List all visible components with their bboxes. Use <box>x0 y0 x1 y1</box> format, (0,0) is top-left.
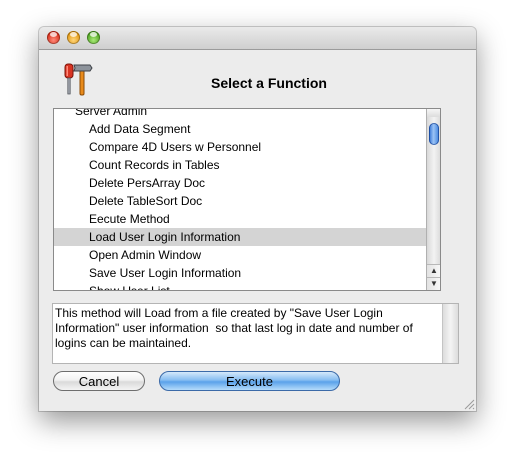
list-item[interactable]: Delete TableSort Doc <box>54 192 426 210</box>
list-item[interactable]: Compare 4D Users w Personnel <box>54 138 426 156</box>
description-scrollbar[interactable] <box>442 304 458 363</box>
list-group-header[interactable]: Server Admin <box>54 109 426 120</box>
title-bar[interactable] <box>39 27 476 50</box>
scroll-up-arrow-icon[interactable]: ▲ <box>427 264 440 277</box>
function-list[interactable]: Server Admin Add Data Segment Compare 4D U… <box>53 108 441 291</box>
list-item[interactable]: Count Records in Tables <box>54 156 426 174</box>
scrollbar-thumb[interactable] <box>429 123 439 145</box>
list-item[interactable]: Delete PersArray Doc <box>54 174 426 192</box>
select-function-dialog: Select a Function Server Admin Add Data S… <box>39 27 476 411</box>
list-item[interactable]: Eecute Method <box>54 210 426 228</box>
function-description: This method will Load from a file create… <box>52 303 459 364</box>
list-item[interactable]: Save User Login Information <box>54 264 426 282</box>
execute-button[interactable]: Execute <box>159 371 340 391</box>
resize-grip-icon[interactable] <box>462 397 475 410</box>
cancel-button[interactable]: Cancel <box>53 371 145 391</box>
list-item[interactable]: Add Data Segment <box>54 120 426 138</box>
close-window-button[interactable] <box>47 31 60 44</box>
list-item[interactable]: Load User Login Information <box>54 228 426 246</box>
tools-icon <box>64 63 93 96</box>
scrollbar-track-cap <box>427 109 440 117</box>
list-item[interactable]: Open Admin Window <box>54 246 426 264</box>
minimize-window-button[interactable] <box>67 31 80 44</box>
scroll-down-arrow-icon[interactable]: ▼ <box>427 277 440 290</box>
function-list-items: Server Admin Add Data Segment Compare 4D U… <box>54 109 426 290</box>
list-item[interactable]: Show User List <box>54 282 426 290</box>
zoom-window-button[interactable] <box>87 31 100 44</box>
dialog-heading: Select a Function <box>211 75 327 91</box>
function-list-scrollbar[interactable]: ▲ ▼ <box>426 109 440 290</box>
description-text: This method will Load from a file create… <box>55 306 417 350</box>
